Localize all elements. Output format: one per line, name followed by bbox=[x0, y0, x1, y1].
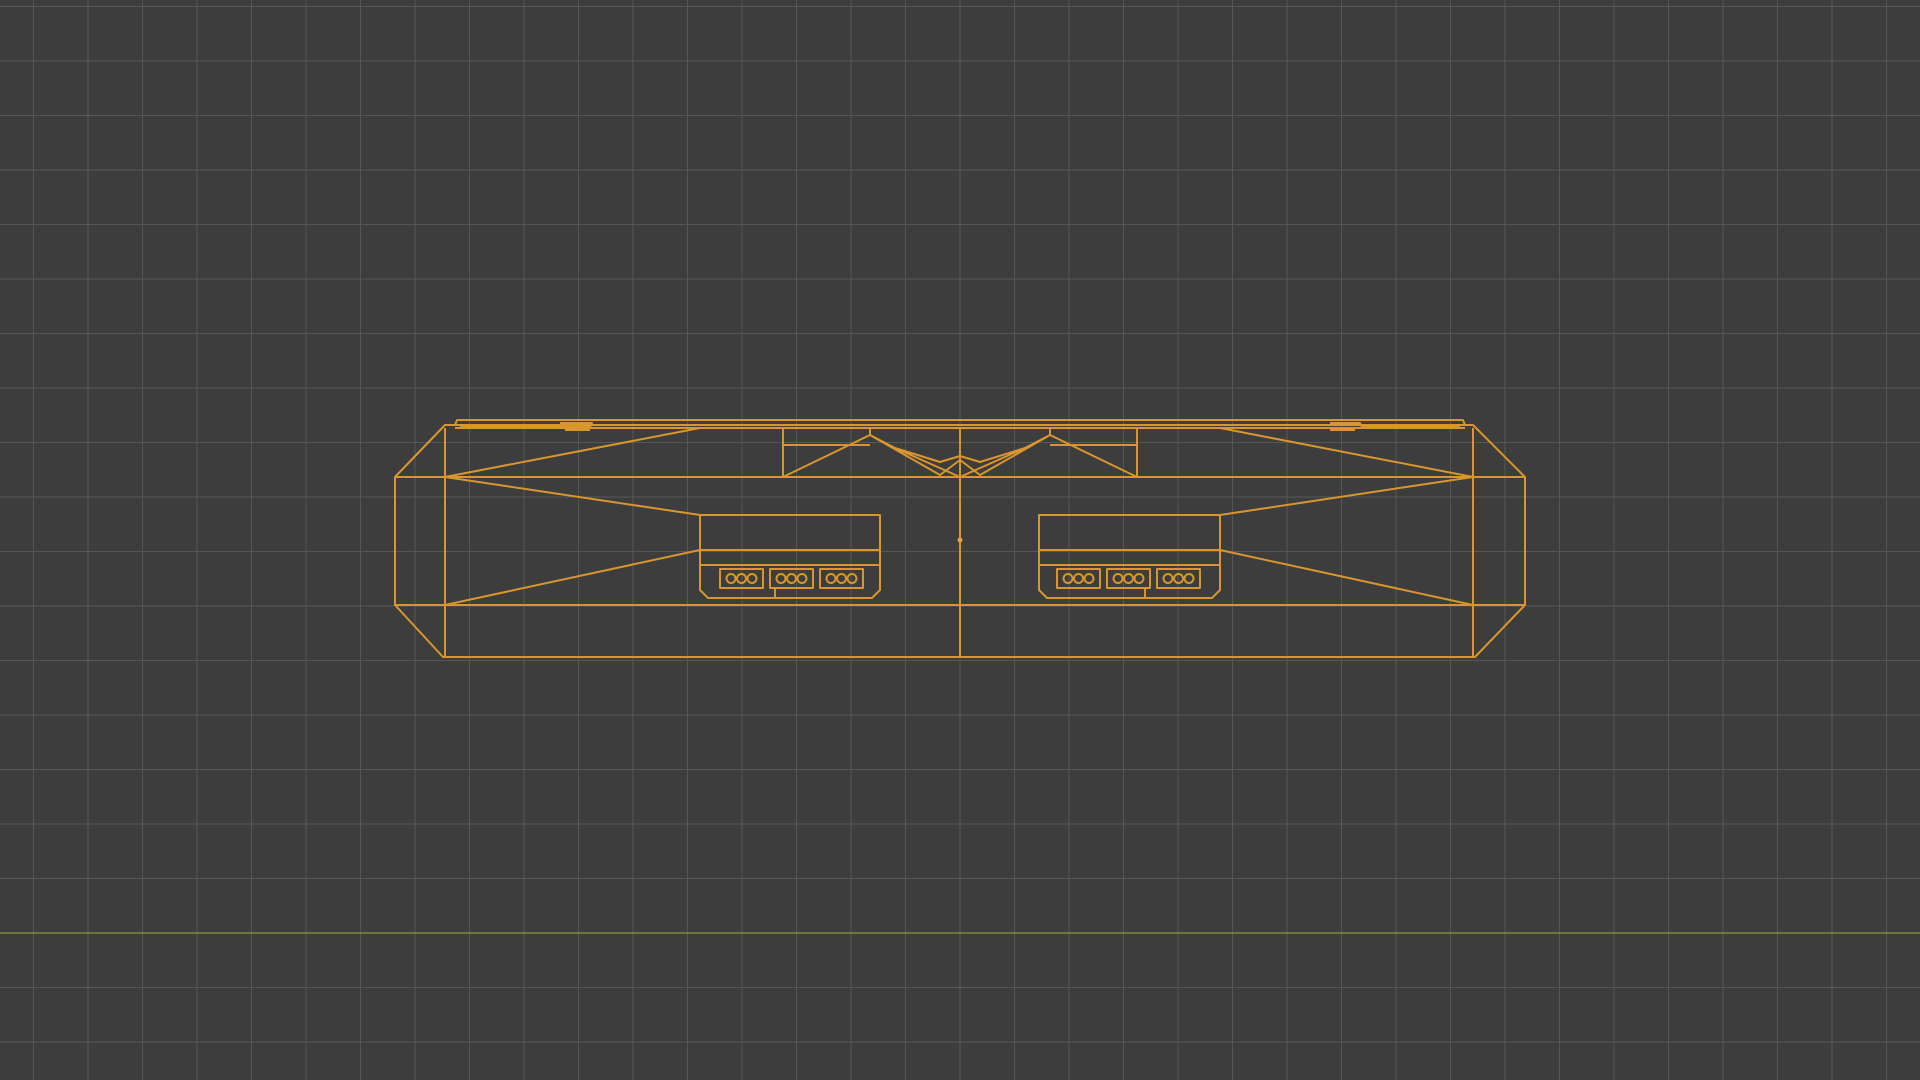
wireframe-diagonals-left bbox=[444, 427, 740, 606]
wireframe-vertical-edges bbox=[444, 428, 1474, 657]
wireframe-module-left bbox=[699, 514, 881, 599]
wireframe-diagonals-right bbox=[1180, 427, 1474, 606]
object-origin-dot[interactable] bbox=[957, 537, 963, 543]
viewport-canvas[interactable] bbox=[0, 0, 1920, 1080]
led-cluster-right bbox=[1056, 568, 1201, 598]
3d-viewport[interactable] bbox=[0, 0, 1920, 1080]
wireframe-module-right bbox=[1038, 514, 1221, 599]
led-cluster-left bbox=[719, 568, 864, 598]
